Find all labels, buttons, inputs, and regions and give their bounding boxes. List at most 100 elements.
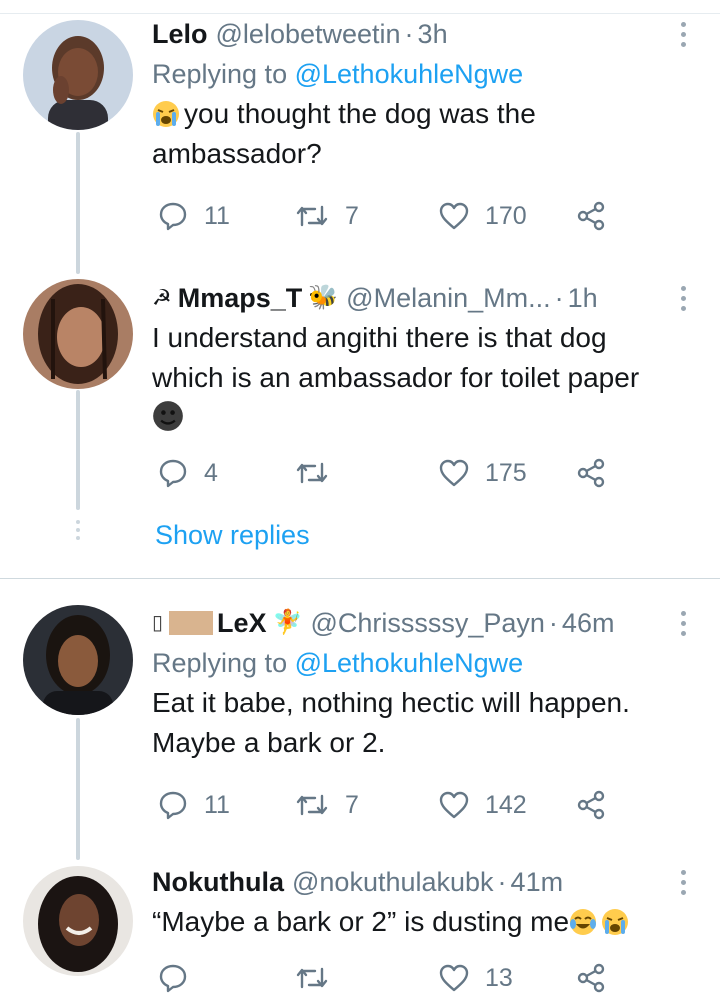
mention-link[interactable]: @LethokuhleNgwe xyxy=(295,648,524,678)
section-divider xyxy=(0,578,720,579)
like-count: 175 xyxy=(485,458,527,487)
fairy-emoji: 🧚 xyxy=(272,609,303,636)
thread-line xyxy=(76,132,80,274)
reply-icon xyxy=(159,202,187,231)
reply-count: 11 xyxy=(204,790,230,819)
display-name[interactable]: Lelo xyxy=(152,14,208,54)
text-line-2: Maybe a bark or 2. xyxy=(152,727,386,758)
tweet-lelo[interactable]: Lelo @lelobetweetin · 3h Replying to @Le… xyxy=(152,14,700,174)
display-name[interactable]: Mmaps_T xyxy=(178,278,303,318)
avatar-mmaps[interactable] xyxy=(23,279,133,389)
reply-button[interactable] xyxy=(158,958,204,998)
more-icon[interactable] xyxy=(678,870,688,900)
timestamp[interactable]: 41m xyxy=(511,862,564,902)
crying-emoji xyxy=(153,101,179,127)
retweet-button[interactable] xyxy=(295,958,345,998)
more-icon[interactable] xyxy=(678,22,688,52)
text-line-2: which is an ambassador for toilet paper xyxy=(152,362,640,393)
share-button[interactable] xyxy=(576,453,606,493)
timestamp[interactable]: 3h xyxy=(418,14,448,54)
avatar-nokuthula[interactable] xyxy=(23,866,133,976)
tweet-actions: 13 xyxy=(152,958,612,998)
like-count: 142 xyxy=(485,790,527,819)
thread-line xyxy=(76,718,80,860)
replying-to: Replying to @LethokuhleNgwe xyxy=(152,54,700,94)
reply-button[interactable]: 4 xyxy=(158,453,218,493)
display-name[interactable]: Nokuthula xyxy=(152,862,284,902)
like-button[interactable]: 175 xyxy=(439,453,527,493)
flag-glyph: ▯ xyxy=(152,612,164,634)
retweet-count: 7 xyxy=(345,201,359,230)
timestamp[interactable]: 46m xyxy=(562,603,615,643)
replying-label: Replying to xyxy=(152,648,288,678)
reply-button[interactable]: 11 xyxy=(158,785,230,825)
handle[interactable]: @lelobetweetin xyxy=(216,14,401,54)
retweet-button[interactable]: 7 xyxy=(295,196,359,236)
more-icon[interactable] xyxy=(678,611,688,641)
like-count: 13 xyxy=(485,963,513,992)
replying-to: Replying to @LethokuhleNgwe xyxy=(152,643,700,683)
like-button[interactable]: 170 xyxy=(439,196,527,236)
laughing-emoji xyxy=(570,909,597,935)
reply-icon xyxy=(159,459,187,488)
text-line-1: I understand angithi there is that dog xyxy=(152,322,607,353)
like-button[interactable]: 13 xyxy=(439,958,513,998)
separator: · xyxy=(548,608,558,638)
share-button[interactable] xyxy=(576,958,606,998)
timestamp[interactable]: 1h xyxy=(568,278,598,318)
like-icon xyxy=(439,202,469,230)
retweet-button[interactable]: 7 xyxy=(295,785,359,825)
reply-count: 4 xyxy=(204,458,218,487)
more-icon[interactable] xyxy=(678,286,688,316)
like-button[interactable]: 142 xyxy=(439,785,527,825)
avatar-lelo[interactable] xyxy=(23,20,133,130)
tweet-header: Nokuthula @nokuthulakubk · 41m xyxy=(152,862,700,902)
reply-button[interactable]: 11 xyxy=(158,196,230,236)
share-button[interactable] xyxy=(576,196,606,236)
separator: · xyxy=(404,19,414,49)
tweet-text: “Maybe a bark or 2” is dusting me xyxy=(152,902,700,942)
crying-emoji xyxy=(602,909,629,935)
like-count: 170 xyxy=(485,201,527,230)
share-icon xyxy=(577,963,605,993)
handle[interactable]: @Melanin_Mm... xyxy=(346,278,550,318)
reply-icon xyxy=(159,791,187,820)
text-line-1: you thought the dog was the xyxy=(184,98,536,129)
show-replies-link[interactable]: Show replies xyxy=(155,515,310,555)
avatar-lex[interactable] xyxy=(23,605,133,715)
thread-dots xyxy=(73,520,83,544)
tweet-header: ▯ LeX 🧚 @Chrisssssy_Payn · 46m xyxy=(152,603,700,643)
display-name[interactable]: LeX xyxy=(217,603,267,643)
skin-tone-swatch xyxy=(169,611,214,635)
handle[interactable]: @Chrisssssy_Payn xyxy=(310,603,544,643)
tweet-actions: 11 7 170 xyxy=(152,196,612,236)
tweet-text: Eat it babe, nothing hectic will happen.… xyxy=(152,683,700,763)
separator: · xyxy=(497,867,507,897)
bee-emoji: 🐝 xyxy=(308,284,339,311)
share-icon xyxy=(577,201,605,231)
tweet-text: I understand angithi there is that dog w… xyxy=(152,318,700,438)
tweet-header: ☭ Mmaps_T 🐝 @Melanin_Mm... · 1h xyxy=(152,278,700,318)
retweet-icon xyxy=(296,967,328,989)
smirk-emoji xyxy=(153,401,183,431)
tweet-actions: 4 175 xyxy=(152,453,612,493)
tweet-mmaps[interactable]: ☭ Mmaps_T 🐝 @Melanin_Mm... · 1h I unders… xyxy=(152,278,700,438)
tweet-lex[interactable]: ▯ LeX 🧚 @Chrisssssy_Payn · 46m Replying … xyxy=(152,603,700,763)
text-line-1: Eat it babe, nothing hectic will happen. xyxy=(152,687,630,718)
share-icon xyxy=(577,790,605,820)
handle[interactable]: @nokuthulakubk xyxy=(292,862,494,902)
retweet-count: 7 xyxy=(345,790,359,819)
tweet-nokuthula[interactable]: Nokuthula @nokuthulakubk · 41m “Maybe a … xyxy=(152,862,700,942)
thread-line xyxy=(76,390,80,510)
hammer-sickle: ☭ xyxy=(152,285,172,310)
tweet-actions: 11 7 142 xyxy=(152,785,612,825)
share-button[interactable] xyxy=(576,785,606,825)
text-line-2: ambassador? xyxy=(152,138,322,169)
separator: · xyxy=(554,283,564,313)
top-divider xyxy=(0,0,720,14)
replying-label: Replying to xyxy=(152,59,288,89)
mention-link[interactable]: @LethokuhleNgwe xyxy=(295,59,524,89)
tweet-header: Lelo @lelobetweetin · 3h xyxy=(152,14,700,54)
retweet-icon xyxy=(296,205,328,227)
retweet-button[interactable] xyxy=(295,453,345,493)
